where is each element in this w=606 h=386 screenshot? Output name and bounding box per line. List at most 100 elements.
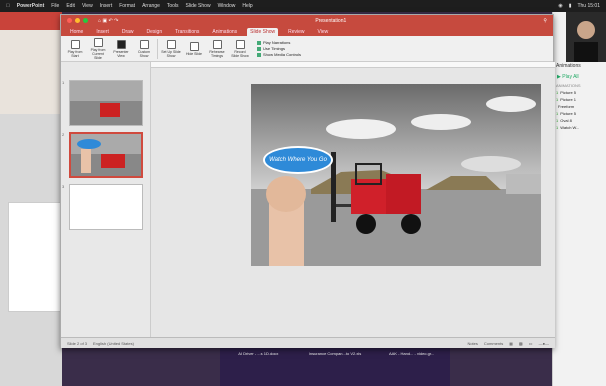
language-indicator[interactable]: English (United States)	[93, 341, 134, 346]
presenter-icon	[116, 39, 126, 49]
checkmark-icon	[257, 52, 261, 57]
desktop-file[interactable]: AI Driver - ...s 1D.docx	[228, 351, 288, 356]
menu-format[interactable]: Format	[119, 3, 135, 9]
slide-thumbnail-3[interactable]	[69, 184, 143, 230]
menu-view[interactable]: View	[82, 3, 93, 9]
battery-icon[interactable]: ▮	[569, 3, 572, 9]
menu-insert[interactable]: Insert	[100, 3, 113, 9]
tab-home[interactable]: Home	[67, 28, 86, 36]
normal-view-icon[interactable]: ▦	[509, 341, 513, 346]
animation-item[interactable]: 1 Picture 1	[553, 96, 606, 103]
tab-insert[interactable]: Insert	[93, 28, 112, 36]
horizontal-ruler	[151, 62, 555, 68]
menu-edit[interactable]: Edit	[66, 3, 75, 9]
slide-scene	[251, 84, 541, 266]
animation-name: Watch W...	[560, 125, 580, 130]
cloud	[326, 119, 396, 139]
hide-slide-button[interactable]: Hide Slide	[184, 41, 204, 56]
reading-view-icon[interactable]: ▭	[529, 341, 533, 346]
animation-item[interactable]: 1 Oval 8	[553, 117, 606, 124]
tab-view[interactable]: View	[315, 28, 332, 36]
wifi-icon[interactable]: ◉	[558, 3, 562, 9]
menu-tools[interactable]: Tools	[167, 3, 179, 9]
person-icon	[574, 21, 598, 62]
status-bar: Slide 2 of 3 English (United States) Not…	[61, 337, 555, 348]
slide-canvas[interactable]: Watch Where You Go	[151, 62, 555, 337]
setup-slideshow-button[interactable]: Set Up Slide Show	[161, 39, 181, 58]
playback-options: Play Narrations Use Timings Show Media C…	[257, 40, 301, 57]
tab-animations[interactable]: Animations	[209, 28, 240, 36]
minimize-button[interactable]	[75, 18, 80, 23]
play-from-current-button[interactable]: Play from Current Slide	[88, 37, 108, 60]
search-icon[interactable]: ⚲	[543, 18, 547, 24]
save-icon[interactable]: ▣	[102, 18, 107, 24]
current-slide[interactable]: Watch Where You Go	[251, 84, 541, 266]
desktop-file[interactable]: AAK - Hand... - video.gr...	[382, 351, 442, 356]
document-title: Presentation1	[315, 17, 347, 24]
close-button[interactable]	[67, 18, 72, 23]
tab-draw[interactable]: Draw	[119, 28, 137, 36]
sorter-view-icon[interactable]: ▩	[519, 341, 523, 346]
tab-transitions[interactable]: Transitions	[172, 28, 202, 36]
button-label: Set Up Slide Show	[161, 49, 181, 58]
setup-icon	[166, 39, 176, 49]
tab-slideshow[interactable]: Slide Show	[247, 28, 279, 36]
apple-icon[interactable]: 	[6, 3, 10, 9]
building	[506, 174, 541, 194]
speech-bubble[interactable]: Watch Where You Go	[263, 146, 333, 174]
notes-button[interactable]: Notes	[467, 341, 477, 346]
animation-item[interactable]: 1 Picture 5	[553, 110, 606, 117]
slide-thumbnail-2[interactable]	[69, 132, 143, 178]
menu-window[interactable]: Window	[218, 3, 236, 9]
animation-pane: Animations ▶ Play All ANIMATIONS 1 Pictur…	[552, 12, 606, 386]
play-narrations-checkbox[interactable]: Play Narrations	[257, 40, 301, 45]
animation-item[interactable]: Freeform	[553, 103, 606, 110]
animation-name: Picture 5	[560, 111, 577, 116]
presenter-view-button[interactable]: Presenter View	[111, 39, 131, 58]
background-window	[0, 12, 62, 386]
custom-show-button[interactable]: Custom Show	[134, 39, 154, 58]
slide-number: 1	[62, 80, 65, 85]
animation-item[interactable]: 1 Watch W...	[553, 124, 606, 131]
checkmark-icon	[257, 46, 261, 51]
animation-name: Oval 8	[560, 118, 572, 123]
menu-file[interactable]: File	[51, 3, 59, 9]
rehearse-timings-button[interactable]: Rehearse Timings	[207, 39, 227, 58]
hand-holding-sign	[266, 176, 306, 266]
animation-order: 1	[556, 125, 559, 130]
home-icon[interactable]: ⌂	[98, 18, 101, 24]
checkbox-label: Play Narrations	[263, 40, 291, 45]
tab-design[interactable]: Design	[144, 28, 166, 36]
show-media-controls-checkbox[interactable]: Show Media Controls	[257, 52, 301, 57]
background-ribbon	[0, 30, 62, 114]
webcam-overlay	[566, 12, 606, 62]
animation-name: Freeform	[558, 104, 575, 109]
ribbon-tabs: Home Insert Draw Design Transitions Anim…	[61, 26, 553, 36]
zoom-slider[interactable]: —●—	[539, 341, 549, 346]
hide-slide-icon	[189, 41, 199, 51]
play-all-button[interactable]: ▶ Play All	[553, 72, 606, 82]
zoom-button[interactable]	[83, 18, 88, 23]
play-from-start-button[interactable]: Play from Start	[65, 39, 85, 58]
slide-thumbnail-1[interactable]	[69, 80, 143, 126]
animation-item[interactable]: 1 Picture 5	[553, 89, 606, 96]
mac-menubar:  PowerPoint File Edit View Insert Forma…	[0, 0, 606, 12]
app-menu[interactable]: PowerPoint	[17, 3, 45, 9]
desktop-file[interactable]: Insurance Compan...to V2.xls	[305, 351, 365, 356]
record-slideshow-button[interactable]: Record Slide Show	[230, 39, 250, 58]
menu-slideshow[interactable]: Slide Show	[186, 3, 211, 9]
menu-help[interactable]: Help	[242, 3, 252, 9]
play-icon	[93, 37, 103, 47]
play-icon	[70, 39, 80, 49]
desktop-files: AI Driver - ...s 1D.docx Insurance Compa…	[220, 345, 450, 386]
thumbnail-image	[70, 81, 142, 125]
ribbon-toolbar: Play from Start Play from Current Slide …	[61, 36, 553, 62]
use-timings-checkbox[interactable]: Use Timings	[257, 46, 301, 51]
redo-icon[interactable]: ↷	[114, 18, 118, 24]
clock[interactable]: Thu 15:01	[577, 3, 600, 9]
comments-button[interactable]: Comments	[484, 341, 503, 346]
tab-review[interactable]: Review	[285, 28, 307, 36]
cloud	[461, 156, 521, 172]
undo-icon[interactable]: ↶	[109, 18, 113, 24]
menu-arrange[interactable]: Arrange	[142, 3, 160, 9]
